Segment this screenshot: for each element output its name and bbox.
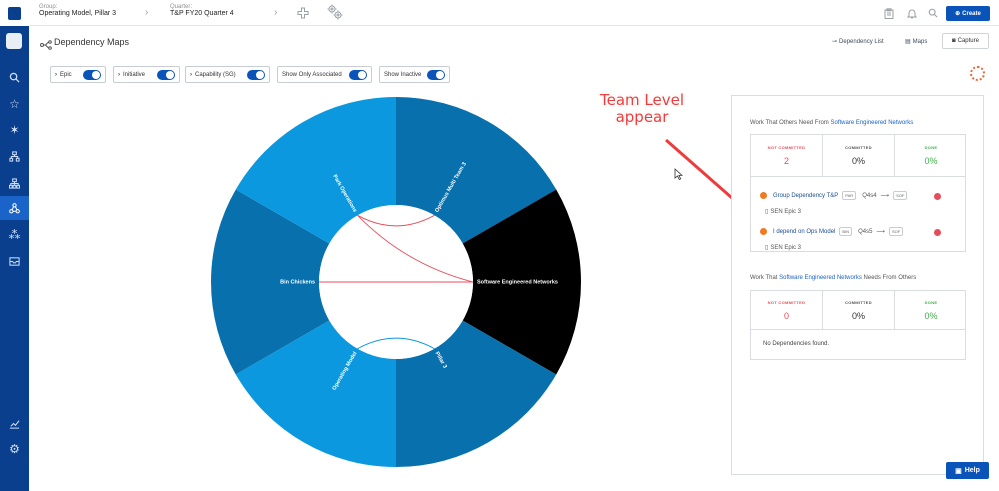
sprint-label: Q4s5: [858, 228, 873, 235]
others-need-title: Work That Others Need From Software Engi…: [750, 120, 913, 126]
stat-value: 2: [783, 156, 789, 166]
stat-value: 0%: [924, 310, 938, 321]
dependency-detail-panel: Work That Others Need From Software Engi…: [731, 95, 984, 475]
arrow-right-icon: ⟶: [876, 229, 886, 235]
dependency-title[interactable]: I depend on Ops Model: [773, 229, 835, 235]
epic-icon: ▯: [765, 245, 769, 251]
stat-not-committed[interactable]: NOT COMMITTED 0: [751, 291, 823, 329]
needs-title-prefix: Work That: [750, 275, 778, 281]
team-tag: BIN: [839, 227, 853, 236]
stat-committed[interactable]: COMMITTED 0%: [823, 291, 895, 329]
stat-committed[interactable]: COMMITTED 0%: [823, 135, 895, 176]
stat-value: 0%: [851, 310, 865, 321]
help-button[interactable]: ▣ Help: [946, 462, 989, 479]
others-need-title-prefix: Work That Others Need From: [750, 120, 829, 126]
status-dot-icon: [934, 193, 941, 200]
empty-state: No Dependencies found.: [750, 330, 966, 360]
epic-label: SEN Epic 3: [770, 244, 801, 251]
status-dot-icon: [934, 229, 941, 236]
sprint-label: Q4s4: [862, 192, 877, 199]
stat-label: COMMITTED: [845, 145, 872, 150]
status-dot-icon: [760, 192, 767, 199]
stat-label: NOT COMMITTED: [767, 299, 806, 305]
team-tag: SOF: [889, 227, 904, 236]
help-label: Help: [964, 467, 980, 474]
team-link[interactable]: Software Engineered Networks: [779, 275, 862, 281]
team-tag: PAR: [842, 191, 857, 200]
stat-label: NOT COMMITTED: [767, 145, 806, 150]
dependency-epic: ▯ SEN Epic 3: [765, 208, 801, 216]
help-icon: ▣: [955, 467, 962, 475]
dependency-item[interactable]: Group Dependency T&P PAR Q4s4 ⟶ SOF: [760, 191, 908, 200]
others-need-stats: NOT COMMITTED 2 COMMITTED 0% DONE 0%: [750, 134, 966, 177]
stat-done[interactable]: DONE 0%: [895, 135, 967, 176]
stat-label: COMMITTED: [845, 299, 872, 305]
dependency-epic: ▯ SEN Epic 3: [765, 244, 801, 252]
needs-from-others-stats: NOT COMMITTED 0 COMMITTED 0% DONE 0%: [750, 290, 966, 330]
team-tag: SOF: [893, 191, 908, 200]
stat-label: DONE: [924, 299, 938, 305]
stat-value: 0: [783, 310, 789, 321]
epic-label: SEN Epic 3: [770, 208, 801, 215]
needs-title-suffix: Needs From Others: [863, 275, 917, 281]
needs-from-others-title: Work That Software Engineered Networks N…: [750, 275, 916, 281]
team-link[interactable]: Software Engineered Networks: [830, 120, 913, 126]
dependency-title[interactable]: Group Dependency T&P: [773, 193, 838, 199]
mouse-cursor-icon: [674, 168, 683, 180]
stat-done[interactable]: DONE 0%: [895, 291, 967, 329]
stat-label: DONE: [924, 145, 938, 150]
app-root: ☆ ✶ ⁂ ⚙ Group: Operating Model, Pillar 3…: [0, 0, 999, 491]
stat-not-committed[interactable]: NOT COMMITTED 2: [751, 135, 823, 176]
status-dot-icon: [760, 228, 767, 235]
dependency-item[interactable]: I depend on Ops Model BIN Q4s5 ⟶ SOF: [760, 227, 904, 236]
epic-icon: ▯: [765, 209, 769, 215]
stat-value: 0%: [851, 156, 865, 166]
stat-value: 0%: [924, 156, 938, 166]
arrow-right-icon: ⟶: [880, 193, 890, 199]
